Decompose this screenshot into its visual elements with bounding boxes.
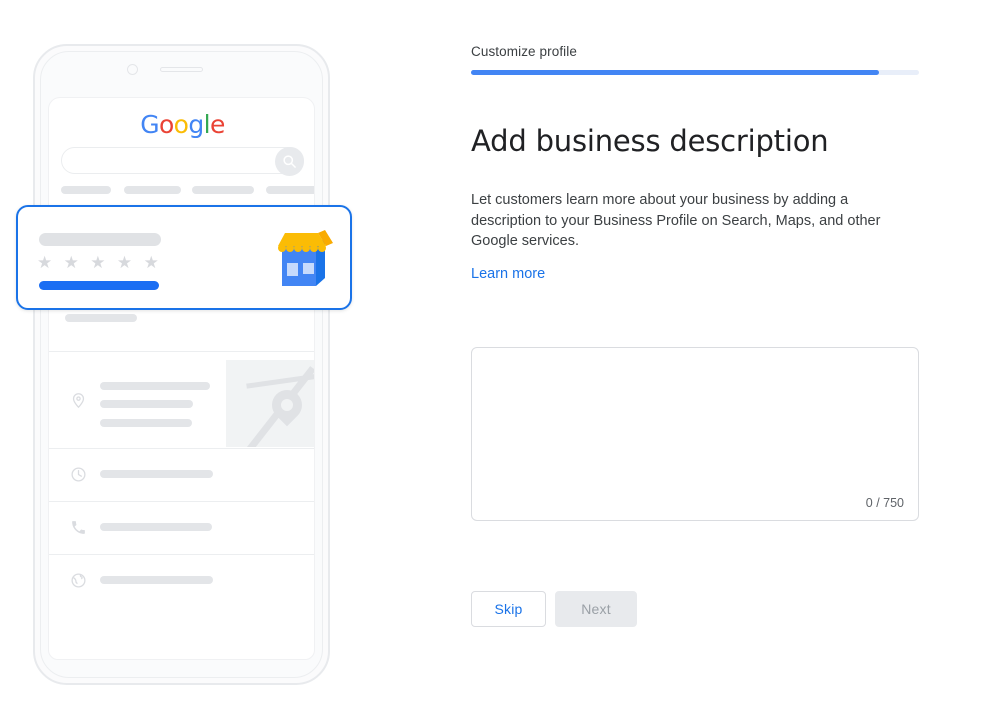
address-row[interactable] <box>49 360 314 447</box>
logo-letter-G: G <box>140 110 159 139</box>
phone-speaker-icon <box>160 67 203 72</box>
progress-bar-track <box>471 70 919 75</box>
logo-letter-o1: o <box>158 110 174 139</box>
preview-filter-chips <box>61 186 314 194</box>
placeholder-bar <box>100 382 210 390</box>
map-thumbnail <box>226 360 314 447</box>
preview-search-input <box>61 147 304 176</box>
phone-row[interactable] <box>49 501 314 553</box>
phone-screen: Google <box>48 97 315 660</box>
phone-camera-icon <box>127 64 138 75</box>
website-row[interactable] <box>49 554 314 606</box>
logo-letter-g: g <box>188 110 204 139</box>
phone-icon <box>70 519 87 541</box>
placeholder-bar <box>100 523 212 531</box>
business-profile-card[interactable]: ★ ★ ★ ★ ★ <box>16 205 352 310</box>
clock-icon <box>70 466 87 488</box>
storefront-icon <box>270 225 336 291</box>
skip-button[interactable]: Skip <box>471 591 546 627</box>
logo-letter-o2: o <box>173 110 189 139</box>
chip <box>124 186 181 194</box>
description-textarea[interactable] <box>485 359 907 489</box>
placeholder-bar <box>100 470 213 478</box>
divider <box>49 351 314 352</box>
globe-icon <box>70 572 87 594</box>
form-panel: Customize profile Add business descripti… <box>471 0 941 710</box>
onboarding-screen: Google ★ ★ ★ ★ ★ Customize profile Add b… <box>0 0 995 710</box>
hours-row[interactable] <box>49 448 314 500</box>
card-accent-bar <box>39 281 159 290</box>
chip <box>266 186 314 194</box>
logo-letter-e: e <box>210 110 225 139</box>
business-name-placeholder <box>39 233 161 246</box>
chip <box>192 186 254 194</box>
location-pin-icon <box>70 392 87 414</box>
page-title: Add business description <box>471 124 829 158</box>
page-description: Let customers learn more about your busi… <box>471 192 881 249</box>
placeholder-bar <box>65 314 137 322</box>
profile-preview-illustration: Google ★ ★ ★ ★ ★ <box>0 0 400 710</box>
next-button[interactable]: Next <box>555 591 637 627</box>
rating-stars: ★ ★ ★ ★ ★ <box>37 253 162 273</box>
description-textarea-wrapper[interactable]: 0 / 750 <box>471 347 919 521</box>
chip <box>61 186 111 194</box>
placeholder-bar <box>100 576 213 584</box>
learn-more-link[interactable]: Learn more <box>471 266 545 282</box>
google-logo: Google <box>49 110 314 139</box>
placeholder-bar <box>100 400 193 408</box>
progress-bar-fill <box>471 70 879 75</box>
character-counter: 0 / 750 <box>865 496 904 510</box>
search-icon <box>275 147 304 176</box>
placeholder-bar <box>100 419 192 427</box>
step-label: Customize profile <box>471 44 577 59</box>
